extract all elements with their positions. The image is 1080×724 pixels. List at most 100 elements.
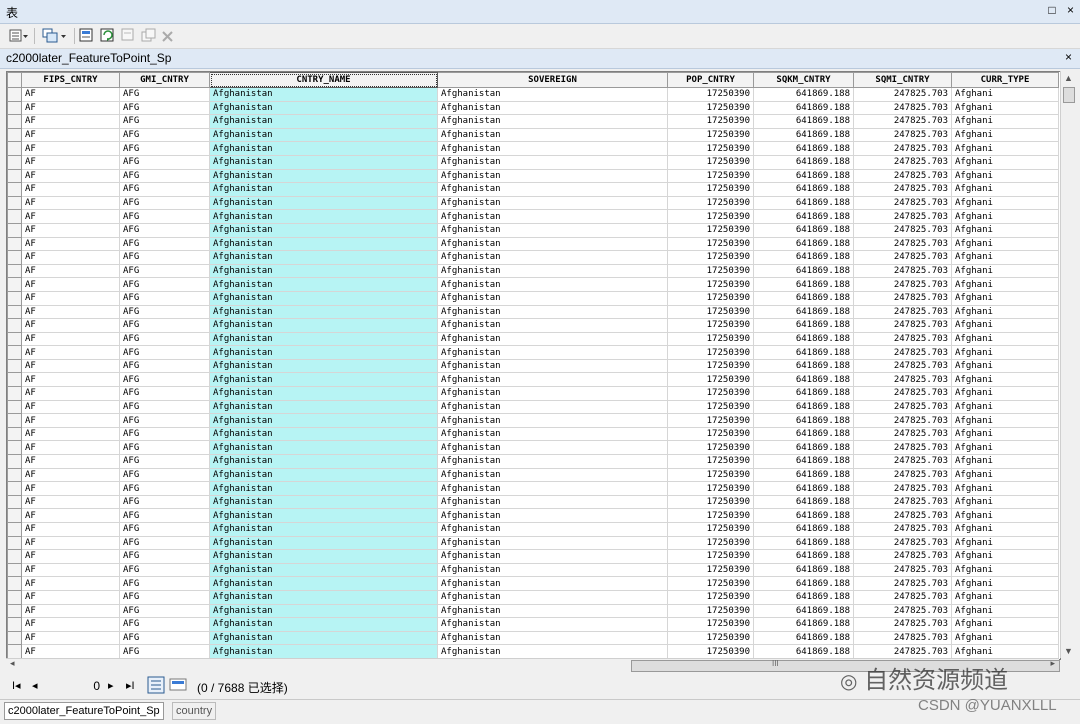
cell-gmi-cntry[interactable]: AFG (119, 154, 210, 170)
cell-curr-type[interactable]: Afghani (951, 318, 1059, 333)
cell-sovereign[interactable]: Afghanistan (437, 290, 668, 306)
cell-sqmi-cntry[interactable]: 247825.703 (853, 331, 952, 347)
cell-sqmi-cntry[interactable]: 247825.703 (853, 508, 952, 523)
cell-fips-cntry[interactable]: AF (21, 358, 120, 374)
cell-sqmi-cntry[interactable]: 247825.703 (853, 413, 952, 428)
table-row[interactable]: AF AFG Afghanistan Afghanistan 17250390 64186… (7, 222, 1059, 238)
cell-sovereign[interactable]: Afghanistan (437, 603, 668, 619)
cell-curr-type[interactable]: Afghani (951, 222, 1059, 238)
table-row[interactable]: AF AFG Afghanistan Afghanistan 17250390 64186… (7, 535, 1059, 551)
row-selector[interactable] (7, 141, 22, 156)
cell-gmi-cntry[interactable]: AFG (119, 290, 210, 306)
cell-sovereign[interactable]: Afghanistan (437, 467, 668, 483)
cell-curr-type[interactable]: Afghani (951, 100, 1059, 116)
cell-sovereign[interactable]: Afghanistan (437, 589, 668, 605)
cell-sqkm-cntry[interactable]: 641869.188 (753, 100, 854, 116)
cell-sqkm-cntry[interactable]: 641869.188 (753, 481, 854, 496)
vertical-scroll-thumb[interactable] (1063, 87, 1075, 103)
cell-sovereign[interactable]: Afghanistan (437, 549, 668, 564)
cell-sqkm-cntry[interactable]: 641869.188 (753, 168, 854, 184)
table-row[interactable]: AF AFG Afghanistan Afghanistan 17250390 64186… (7, 508, 1059, 523)
cell-sqkm-cntry[interactable]: 641869.188 (753, 399, 854, 415)
cell-cntry-name[interactable]: Afghanistan (209, 263, 438, 279)
cell-curr-type[interactable]: Afghani (951, 413, 1059, 428)
row-selector[interactable] (7, 508, 22, 523)
cell-fips-cntry[interactable]: AF (21, 494, 120, 510)
cell-cntry-name[interactable]: Afghanistan (209, 617, 438, 632)
scroll-left-icon[interactable]: ◂ (10, 658, 15, 669)
cell-fips-cntry[interactable]: AF (21, 154, 120, 170)
cell-sqkm-cntry[interactable]: 641869.188 (753, 345, 854, 360)
cell-cntry-name[interactable]: Afghanistan (209, 331, 438, 347)
cell-sqmi-cntry[interactable]: 247825.703 (853, 154, 952, 170)
cell-gmi-cntry[interactable]: AFG (119, 87, 210, 102)
cell-fips-cntry[interactable]: AF (21, 576, 120, 591)
cell-fips-cntry[interactable]: AF (21, 304, 120, 320)
cell-curr-type[interactable]: Afghani (951, 141, 1059, 156)
cell-sqmi-cntry[interactable]: 247825.703 (853, 603, 952, 619)
cell-fips-cntry[interactable]: AF (21, 331, 120, 347)
cell-sqkm-cntry[interactable]: 641869.188 (753, 331, 854, 347)
cell-cntry-name[interactable]: Afghanistan (209, 358, 438, 374)
row-selector[interactable] (7, 250, 22, 265)
cell-sqkm-cntry[interactable]: 641869.188 (753, 454, 854, 469)
scroll-down-icon[interactable]: ▼ (1064, 646, 1073, 656)
cell-sqmi-cntry[interactable]: 247825.703 (853, 318, 952, 333)
row-selector[interactable] (7, 114, 22, 129)
cell-sqmi-cntry[interactable]: 247825.703 (853, 426, 952, 442)
table-row[interactable]: AF AFG Afghanistan Afghanistan 17250390 64186… (7, 467, 1059, 483)
cell-cntry-name[interactable]: Afghanistan (209, 386, 438, 401)
table-row[interactable]: AF AFG Afghanistan Afghanistan 17250390 64186… (7, 358, 1059, 374)
cell-pop-cntry[interactable]: 17250390 (667, 127, 754, 143)
cell-curr-type[interactable]: Afghani (951, 440, 1059, 456)
column-header-sqkm-cntry[interactable]: SQKM_CNTRY (753, 72, 854, 88)
table-row[interactable]: AF AFG Afghanistan Afghanistan 17250390 64186… (7, 263, 1059, 279)
table-row[interactable]: AF AFG Afghanistan Afghanistan 17250390 64186… (7, 154, 1059, 170)
cell-cntry-name[interactable]: Afghanistan (209, 494, 438, 510)
table-row[interactable]: AF AFG Afghanistan Afghanistan 17250390 64186… (7, 386, 1059, 401)
cell-cntry-name[interactable]: Afghanistan (209, 318, 438, 333)
cell-gmi-cntry[interactable]: AFG (119, 358, 210, 374)
cell-fips-cntry[interactable]: AF (21, 630, 120, 646)
cell-gmi-cntry[interactable]: AFG (119, 426, 210, 442)
cell-sqmi-cntry[interactable]: 247825.703 (853, 114, 952, 129)
copy-selected-icon[interactable] (140, 27, 158, 45)
row-selector[interactable] (7, 630, 22, 646)
cell-gmi-cntry[interactable]: AFG (119, 250, 210, 265)
cell-fips-cntry[interactable]: AF (21, 209, 120, 224)
cell-sqmi-cntry[interactable]: 247825.703 (853, 630, 952, 646)
cell-pop-cntry[interactable]: 17250390 (667, 644, 754, 659)
cell-curr-type[interactable]: Afghani (951, 494, 1059, 510)
table-row[interactable]: AF AFG Afghanistan Afghanistan 17250390 64186… (7, 182, 1059, 197)
first-record-icon[interactable]: I◂ (12, 679, 21, 692)
close-icon[interactable]: × (1065, 50, 1072, 64)
row-selector[interactable] (7, 290, 22, 306)
cell-cntry-name[interactable]: Afghanistan (209, 454, 438, 469)
table-row[interactable]: AF AFG Afghanistan Afghanistan 17250390 64186… (7, 644, 1059, 659)
cell-gmi-cntry[interactable]: AFG (119, 127, 210, 143)
next-record-icon[interactable]: ▸ (108, 679, 114, 692)
cell-fips-cntry[interactable]: AF (21, 386, 120, 401)
cell-fips-cntry[interactable]: AF (21, 372, 120, 388)
cell-gmi-cntry[interactable]: AFG (119, 114, 210, 129)
cell-sovereign[interactable]: Afghanistan (437, 182, 668, 197)
table-row[interactable]: AF AFG Afghanistan Afghanistan 17250390 64186… (7, 168, 1059, 184)
cell-pop-cntry[interactable]: 17250390 (667, 535, 754, 551)
cell-sovereign[interactable]: Afghanistan (437, 222, 668, 238)
row-selector[interactable] (7, 413, 22, 428)
cell-gmi-cntry[interactable]: AFG (119, 535, 210, 551)
cell-gmi-cntry[interactable]: AFG (119, 345, 210, 360)
delete-selected-icon[interactable] (160, 27, 176, 45)
cell-cntry-name[interactable]: Afghanistan (209, 426, 438, 442)
switch-selection-icon[interactable] (99, 27, 117, 45)
cell-fips-cntry[interactable]: AF (21, 222, 120, 238)
row-selector[interactable] (7, 100, 22, 116)
cell-sqmi-cntry[interactable]: 247825.703 (853, 168, 952, 184)
table-row[interactable]: AF AFG Afghanistan Afghanistan 17250390 64186… (7, 331, 1059, 347)
cell-pop-cntry[interactable]: 17250390 (667, 209, 754, 224)
row-selector[interactable] (7, 644, 22, 659)
table-row[interactable]: AF AFG Afghanistan Afghanistan 17250390 64186… (7, 127, 1059, 143)
row-selector[interactable] (7, 440, 22, 456)
tab-featuretopoint[interactable]: c2000later_FeatureToPoint_Sp (4, 702, 164, 720)
cell-sqkm-cntry[interactable]: 641869.188 (753, 386, 854, 401)
